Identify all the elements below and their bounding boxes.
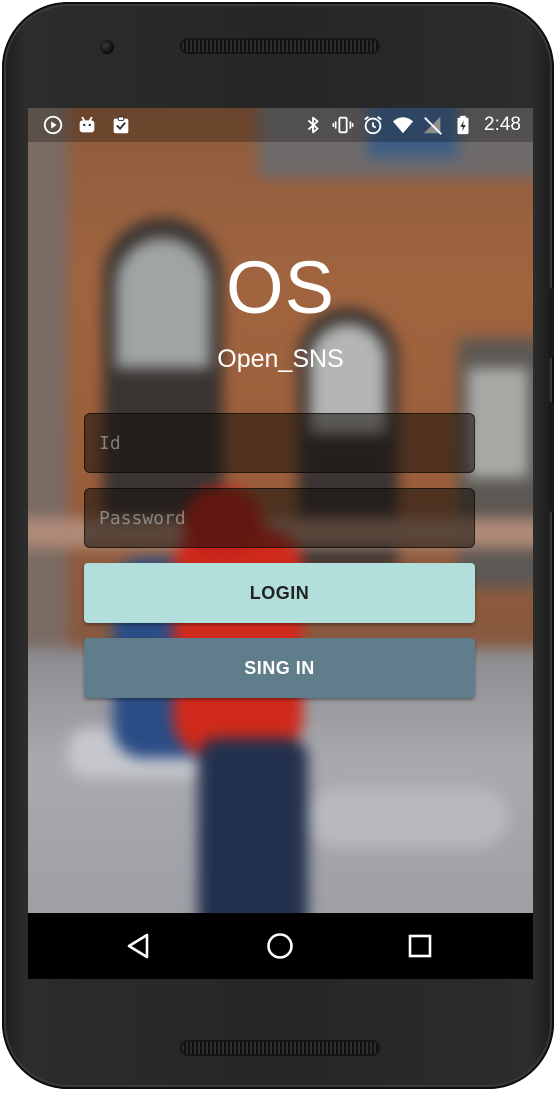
home-circle-icon[interactable] bbox=[263, 929, 297, 963]
app-logo: OS bbox=[226, 246, 335, 329]
android-debug-icon bbox=[76, 114, 98, 136]
bottom-speaker-grille bbox=[180, 1040, 380, 1056]
wifi-icon bbox=[392, 114, 414, 136]
recents-square-icon[interactable] bbox=[403, 929, 437, 963]
signin-button[interactable]: SING IN bbox=[84, 638, 475, 698]
back-triangle-icon[interactable] bbox=[123, 929, 157, 963]
status-bar: 2:48 bbox=[28, 108, 533, 142]
login-button[interactable]: LOGIN bbox=[84, 563, 475, 623]
bluetooth-icon bbox=[302, 114, 324, 136]
no-signal-icon bbox=[422, 114, 444, 136]
phone-frame: 2:48 OS Open_SNS LOGIN SING IN bbox=[2, 2, 554, 1089]
alarm-icon bbox=[362, 114, 384, 136]
app-name: Open_SNS bbox=[217, 345, 344, 373]
status-time: 2:48 bbox=[484, 114, 521, 135]
screen: 2:48 OS Open_SNS LOGIN SING IN bbox=[28, 108, 533, 979]
volume-button bbox=[548, 288, 554, 358]
power-button bbox=[548, 402, 554, 512]
navigation-bar bbox=[28, 913, 533, 979]
vibrate-icon bbox=[332, 114, 354, 136]
play-circle-icon bbox=[42, 114, 64, 136]
password-input[interactable] bbox=[84, 488, 475, 548]
front-camera bbox=[100, 40, 114, 54]
clipboard-check-icon bbox=[110, 114, 132, 136]
id-input[interactable] bbox=[84, 413, 475, 473]
battery-charging-icon bbox=[452, 114, 474, 136]
top-speaker-grille bbox=[180, 38, 380, 54]
